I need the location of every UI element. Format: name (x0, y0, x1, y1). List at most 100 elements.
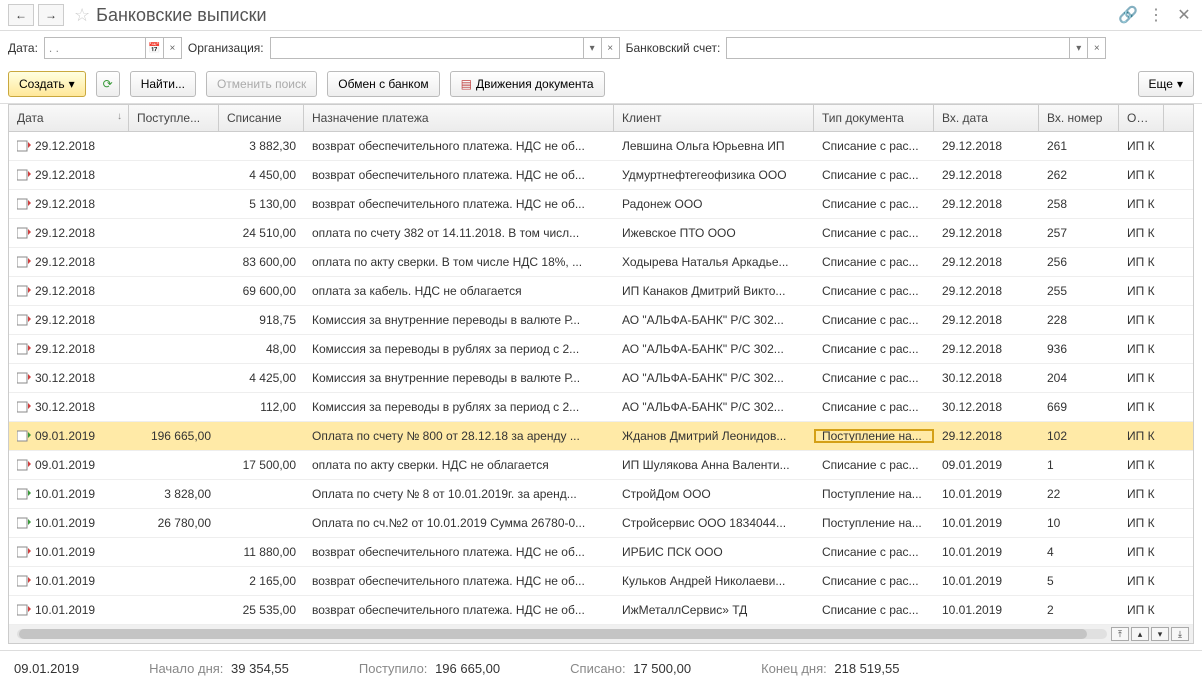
table-row[interactable]: 09.01.2019 17 500,00 оплата по акту свер… (9, 451, 1193, 480)
scroll-up-button[interactable]: ▴ (1131, 627, 1149, 641)
cell-purpose: Комиссия за внутренние переводы в валюте… (304, 371, 614, 385)
cell-outcome: 5 130,00 (219, 197, 304, 211)
scroll-bottom-button[interactable]: ⤓ (1171, 627, 1189, 641)
kebab-menu-icon[interactable]: ⋮ (1146, 5, 1166, 25)
cell-date: 30.12.2018 (35, 400, 95, 414)
more-button[interactable]: Еще ▾ (1138, 71, 1194, 97)
cell-purpose: возврат обеспечительного платежа. НДС не… (304, 574, 614, 588)
refresh-button[interactable]: ⟳ (96, 71, 120, 97)
filter-org-input[interactable]: ▾ × (270, 37, 620, 59)
clear-bank-icon[interactable]: × (1087, 38, 1105, 58)
cell-indate: 29.12.2018 (934, 226, 1039, 240)
scroll-top-button[interactable]: ⤒ (1111, 627, 1129, 641)
chevron-down-icon: ▾ (69, 77, 75, 91)
bank-exchange-button[interactable]: Обмен с банком (327, 71, 439, 97)
cell-innum: 2 (1039, 603, 1119, 617)
status-bar: 09.01.2019 Начало дня: 39 354,55 Поступи… (0, 650, 1202, 686)
table-row[interactable]: 29.12.2018 3 882,30 возврат обеспечитель… (9, 132, 1193, 161)
cell-date: 29.12.2018 (35, 226, 95, 240)
table-row[interactable]: 29.12.2018 918,75 Комиссия за внутренние… (9, 306, 1193, 335)
col-doctype[interactable]: Тип документа (814, 105, 934, 131)
col-date[interactable]: Дата↓ (9, 105, 129, 131)
document-movements-button[interactable]: ▤ Движения документа (450, 71, 605, 97)
cell-innum: 228 (1039, 313, 1119, 327)
cell-outcome: 69 600,00 (219, 284, 304, 298)
table-row[interactable]: 10.01.2019 26 780,00 Оплата по сч.№2 от … (9, 509, 1193, 538)
close-icon[interactable]: ✕ (1174, 5, 1194, 25)
cell-purpose: Оплата по счету № 800 от 28.12.18 за аре… (304, 429, 614, 443)
cell-org: ИП К (1119, 487, 1164, 501)
table-row[interactable]: 30.12.2018 4 425,00 Комиссия за внутренн… (9, 364, 1193, 393)
cell-innum: 261 (1039, 139, 1119, 153)
cell-org: ИП К (1119, 197, 1164, 211)
cell-purpose: Оплата по счету № 8 от 10.01.2019г. за а… (304, 487, 614, 501)
table-row[interactable]: 09.01.2019 196 665,00 Оплата по счету № … (9, 422, 1193, 451)
cell-indate: 29.12.2018 (934, 197, 1039, 211)
cell-innum: 204 (1039, 371, 1119, 385)
calendar-icon[interactable]: 📅 (145, 38, 163, 58)
table-row[interactable]: 29.12.2018 69 600,00 оплата за кабель. Н… (9, 277, 1193, 306)
scroll-down-button[interactable]: ▾ (1151, 627, 1169, 641)
status-out-label: Списано: (570, 661, 625, 676)
cell-date: 10.01.2019 (35, 487, 95, 501)
link-icon[interactable]: 🔗 (1118, 5, 1138, 25)
cell-org: ИП К (1119, 371, 1164, 385)
income-icon (17, 430, 31, 442)
cell-client: Радонеж ООО (614, 197, 814, 211)
cell-doctype: Списание с рас... (814, 574, 934, 588)
cell-org: ИП К (1119, 458, 1164, 472)
nav-back-button[interactable]: ← (8, 4, 34, 26)
col-client[interactable]: Клиент (614, 105, 814, 131)
cancel-search-button[interactable]: Отменить поиск (206, 71, 317, 97)
filter-date-input[interactable]: . . 📅 × (44, 37, 182, 59)
cell-doctype: Списание с рас... (814, 400, 934, 414)
outcome-icon (17, 604, 31, 616)
create-button[interactable]: Создать ▾ (8, 71, 86, 97)
outcome-icon (17, 459, 31, 471)
clear-org-icon[interactable]: × (601, 38, 619, 58)
status-in-value: 196 665,00 (435, 661, 500, 676)
cell-date: 29.12.2018 (35, 342, 95, 356)
table-row[interactable]: 29.12.2018 5 130,00 возврат обеспечитель… (9, 190, 1193, 219)
table-row[interactable]: 10.01.2019 25 535,00 возврат обеспечител… (9, 596, 1193, 625)
status-date: 09.01.2019 (14, 661, 79, 676)
table-row[interactable]: 10.01.2019 2 165,00 возврат обеспечитель… (9, 567, 1193, 596)
cell-date: 10.01.2019 (35, 545, 95, 559)
cell-innum: 5 (1039, 574, 1119, 588)
cell-org: ИП К (1119, 516, 1164, 530)
col-indate[interactable]: Вх. дата (934, 105, 1039, 131)
table-row[interactable]: 29.12.2018 83 600,00 оплата по акту свер… (9, 248, 1193, 277)
table-row[interactable]: 29.12.2018 48,00 Комиссия за переводы в … (9, 335, 1193, 364)
cell-org: ИП К (1119, 255, 1164, 269)
outcome-icon (17, 575, 31, 587)
col-innum[interactable]: Вх. номер (1039, 105, 1119, 131)
cell-indate: 10.01.2019 (934, 516, 1039, 530)
outcome-icon (17, 140, 31, 152)
table-row[interactable]: 29.12.2018 4 450,00 возврат обеспечитель… (9, 161, 1193, 190)
cell-purpose: Комиссия за переводы в рублях за период … (304, 342, 614, 356)
col-income[interactable]: Поступле... (129, 105, 219, 131)
outcome-icon (17, 546, 31, 558)
table-row[interactable]: 29.12.2018 24 510,00 оплата по счету 382… (9, 219, 1193, 248)
cell-doctype: Списание с рас... (814, 255, 934, 269)
clear-date-icon[interactable]: × (163, 38, 181, 58)
cell-income: 3 828,00 (129, 487, 219, 501)
outcome-icon (17, 314, 31, 326)
horizontal-scrollbar[interactable]: ⤒ ▴ ▾ ⤓ (9, 625, 1193, 643)
table-row[interactable]: 30.12.2018 112,00 Комиссия за переводы в… (9, 393, 1193, 422)
filter-bank-input[interactable]: ▾ × (726, 37, 1106, 59)
dropdown-icon[interactable]: ▾ (583, 38, 601, 58)
col-outcome[interactable]: Списание (219, 105, 304, 131)
table-row[interactable]: 10.01.2019 11 880,00 возврат обеспечител… (9, 538, 1193, 567)
favorite-star-icon[interactable]: ☆ (74, 5, 90, 26)
dropdown-icon[interactable]: ▾ (1069, 38, 1087, 58)
find-button[interactable]: Найти... (130, 71, 196, 97)
cell-date: 10.01.2019 (35, 574, 95, 588)
col-purpose[interactable]: Назначение платежа (304, 105, 614, 131)
cell-innum: 262 (1039, 168, 1119, 182)
col-org[interactable]: Орган (1119, 105, 1164, 131)
cell-client: Кульков Андрей Николаеви... (614, 574, 814, 588)
nav-forward-button[interactable]: → (38, 4, 64, 26)
table-row[interactable]: 10.01.2019 3 828,00 Оплата по счету № 8 … (9, 480, 1193, 509)
outcome-icon (17, 227, 31, 239)
